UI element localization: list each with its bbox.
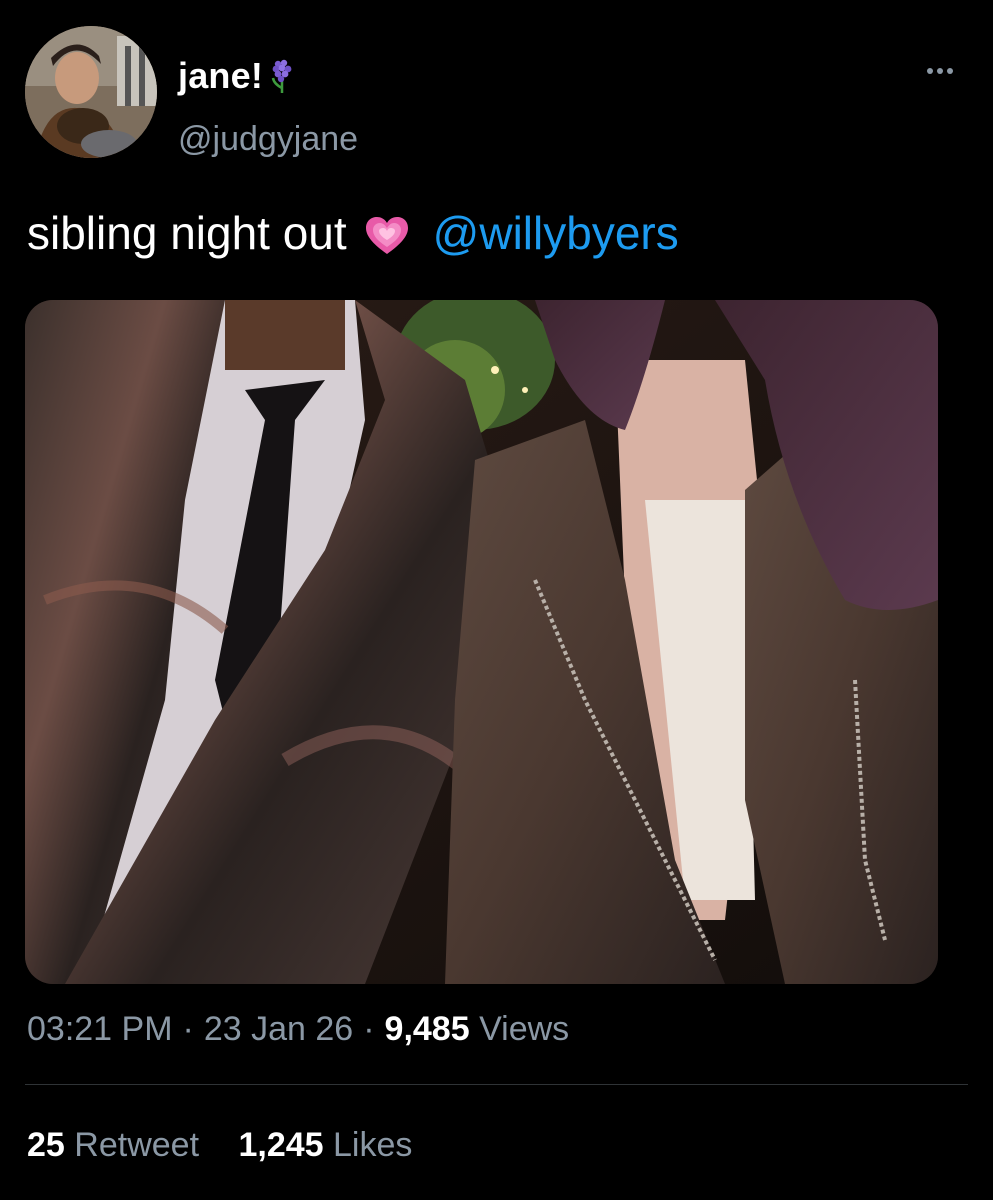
tweet-meta: 03:21 PM · 23 Jan 26 · 9,485 Views: [27, 1010, 569, 1049]
more-button[interactable]: [918, 60, 962, 82]
photo-image: [25, 300, 938, 984]
likes-stat[interactable]: 1,245 Likes: [238, 1126, 412, 1165]
separator: ·: [363, 1010, 375, 1048]
tweet-stats: 25 Retweet 1,245 Likes: [27, 1126, 412, 1165]
display-name[interactable]: jane!: [178, 55, 263, 97]
divider: [25, 1084, 968, 1085]
retweets-label: Retweet: [74, 1126, 200, 1164]
more-horizontal-icon: [927, 68, 953, 74]
tweet-photo[interactable]: [25, 300, 938, 984]
likes-label: Likes: [333, 1126, 413, 1164]
tweet-date[interactable]: 23 Jan 26: [204, 1010, 353, 1048]
tweet-time[interactable]: 03:21 PM: [27, 1010, 173, 1048]
avatar[interactable]: [25, 26, 157, 158]
tweet-text: sibling night out @willybyers: [27, 206, 679, 260]
views-label: Views: [479, 1010, 570, 1048]
tweet-body: sibling night out: [27, 207, 347, 259]
retweets-count: 25: [27, 1126, 65, 1164]
views-count: 9,485: [384, 1010, 470, 1048]
separator: ·: [182, 1010, 194, 1048]
author-name-row[interactable]: jane!: [178, 52, 295, 100]
retweets-stat[interactable]: 25 Retweet: [27, 1126, 199, 1165]
tweet: jane! @judgyjane sibling night out @will…: [0, 0, 993, 1200]
likes-count: 1,245: [238, 1126, 324, 1164]
growing-heart-icon: [365, 213, 409, 254]
hyacinth-icon: [269, 58, 295, 94]
mention-link[interactable]: @willybyers: [433, 206, 679, 260]
avatar-photo: [25, 26, 157, 158]
author-handle[interactable]: @judgyjane: [178, 120, 358, 159]
